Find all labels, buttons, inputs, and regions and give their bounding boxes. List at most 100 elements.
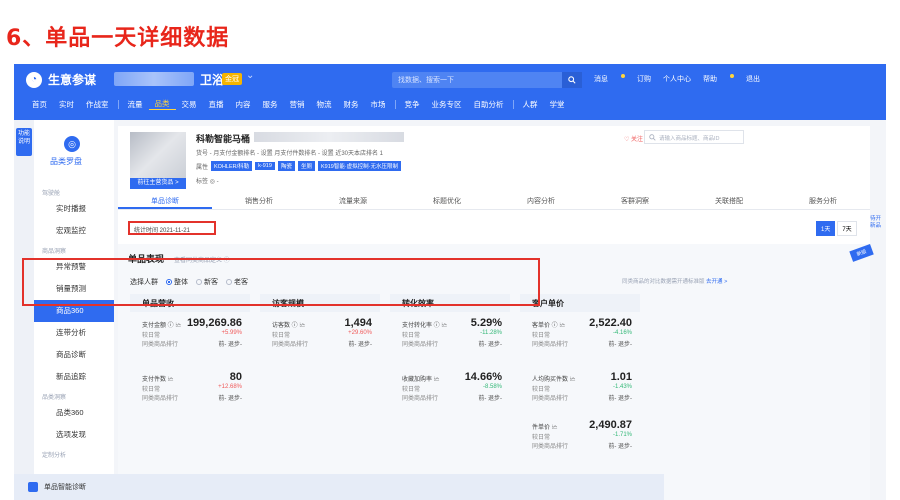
tab-item[interactable]: 单品诊断	[118, 196, 212, 209]
metric-rank-label: 同类商品排行	[142, 342, 179, 348]
tab-item[interactable]: 关联搭配	[682, 196, 776, 209]
attribute-chip: 坐厕	[297, 161, 315, 171]
top-link[interactable]: 消息	[594, 74, 608, 84]
nav-item[interactable]: 财务	[338, 99, 365, 110]
right-edge-link[interactable]: 待开新品	[870, 216, 886, 230]
app-logo[interactable]: ◔ 生意参谋	[26, 71, 96, 88]
app-name: 生意参谋	[48, 73, 97, 87]
sidebar-item[interactable]: 选项发现	[34, 424, 114, 446]
top-link[interactable]: 退出	[746, 74, 760, 84]
metric-card[interactable]: 支付件数 🗠 80 较日常 +12.68% 同类商品排行 前- 退步-	[142, 371, 242, 414]
store-name[interactable]: 卫浴	[200, 71, 224, 88]
top-link[interactable]: 帮助	[703, 74, 717, 84]
metric-card[interactable]: 访客数 ⓘ 🗠 1,494 较日常 +29.60% 同类商品排行 前- 退步-	[272, 317, 372, 360]
attribute-chip: KOHLER/科勒	[211, 161, 253, 171]
sidebar: ◎ 品类罗盘 驾驶舱 实时播报 宏观监控 商品洞察 异常预警 销量预测 商品360 连带分析商…	[34, 120, 114, 500]
nav-item[interactable]: 人群	[517, 99, 544, 110]
product-title: 科勒智能马桶	[196, 134, 251, 144]
attr-label: 属性	[196, 164, 209, 171]
top-link[interactable]: 订购	[637, 74, 651, 84]
function-help-button[interactable]: 功能说明	[16, 128, 32, 156]
product-attributes: 属性 KOHLER/科勒 k-919 陶瓷 坐厕 K919智能·虚拟控制·无水压限制	[196, 161, 401, 171]
top-link[interactable]: 个人中心	[663, 74, 691, 84]
tab-item[interactable]: 标题优化	[400, 196, 494, 209]
metric-card[interactable]: 人均购买件数 🗠 1.01 较日常 -1.43% 同类商品排行 前- 退步-	[532, 371, 632, 414]
metric-change: -1.71%	[612, 432, 632, 438]
product-search-input[interactable]: 请输入商品标题、商品ID	[644, 130, 744, 144]
metric-card[interactable]: 收藏加购率 🗠 14.66% 较日常 -8.58% 同类商品排行 前- 退步-	[402, 371, 502, 414]
page-heading: 6、单品一天详细数据	[6, 26, 230, 51]
upgrade-hint: 同类商品的对比数据需开通标准版 去开通 >	[622, 277, 727, 285]
sidebar-group-label: 驾驶舱	[42, 191, 61, 197]
search-icon	[568, 76, 576, 84]
metric-compare-label: 较日常	[532, 333, 551, 339]
metric-rank-label: 同类商品排行	[532, 396, 569, 402]
metric-rank: 前- 退步-	[348, 342, 372, 348]
metric-compare-label: 较日常	[402, 333, 421, 339]
sidebar-title: 品类罗盘	[50, 157, 82, 166]
tab-item[interactable]: 销售分析	[212, 196, 306, 209]
blurred-store-prefix	[114, 72, 194, 86]
metric-compare-label: 较日常	[142, 387, 161, 393]
nav-item[interactable]: 自助分析	[468, 99, 510, 110]
sidebar-item[interactable]: 实时播报	[34, 198, 114, 220]
chevron-down-icon[interactable]: ⌄	[246, 70, 254, 81]
metric-card[interactable]: 客单价 ⓘ 🗠 2,522.40 较日常 -4.16% 同类商品排行 前- 退步-	[532, 317, 632, 360]
nav-item[interactable]: 市场	[365, 99, 392, 110]
nav-item[interactable]: 流量	[122, 99, 149, 110]
nav-item[interactable]: 交易	[176, 99, 203, 110]
nav-item[interactable]: 直播	[203, 99, 230, 110]
range-option[interactable]: 1天	[816, 221, 836, 236]
nav-item[interactable]: 服务	[257, 99, 284, 110]
smart-diagnosis-card[interactable]: 单品智能诊断	[14, 474, 664, 500]
nav-item[interactable]: 学堂	[544, 99, 571, 110]
attribute-chip: 陶瓷	[277, 161, 295, 171]
attribute-chip: K919智能·虚拟控制·无水压限制	[317, 161, 401, 171]
nav-item[interactable]: 实时	[53, 99, 80, 110]
sidebar-group-label: 定制分析	[42, 453, 67, 459]
top-bar: ◔ 生意参谋 卫浴 金冠 ⌄ 找数据、搜索一下 消息 订购 个人中心 帮助 退出 首页实…	[14, 64, 886, 120]
tab-item[interactable]: 内容分析	[494, 196, 588, 209]
go-main-goods-button[interactable]: 前往主营货品 >	[130, 178, 186, 189]
sidebar-item[interactable]: 品类360	[34, 402, 114, 424]
sidebar-item[interactable]: 宏观监控	[34, 220, 114, 242]
attribute-chip: k-919	[255, 162, 275, 170]
metric-rank-label: 同类商品排行	[532, 342, 569, 348]
metric-rank: 前- 退步-	[218, 396, 242, 402]
nav-item[interactable]: 竞争	[399, 99, 426, 110]
range-option[interactable]: 7天	[837, 221, 857, 236]
sidebar-item[interactable]: 连带分析	[34, 322, 114, 344]
tab-item[interactable]: 客群洞察	[588, 196, 682, 209]
screenshot-frame: ◔ 生意参谋 卫浴 金冠 ⌄ 找数据、搜索一下 消息 订购 个人中心 帮助 退出 首页实…	[14, 64, 886, 500]
global-search-input[interactable]: 找数据、搜索一下	[392, 72, 582, 88]
metric-card[interactable]: 件单价 🗠 2,490.87 较日常 -1.71% 同类商品排行 前- 退步-	[532, 419, 632, 462]
category-compass-icon: ◎	[64, 136, 80, 152]
metric-value: 5.29%	[470, 317, 502, 329]
metric-value: 2,490.87	[589, 419, 632, 431]
metric-rank-label: 同类商品排行	[142, 396, 179, 402]
nav-item[interactable]: 业务专区	[426, 99, 468, 110]
sidebar-item[interactable]: 商品诊断	[34, 344, 114, 366]
metric-compare-label: 较日常	[272, 333, 291, 339]
tab-item[interactable]: 流量来源	[306, 196, 400, 209]
nav-divider	[394, 99, 396, 109]
metric-rank-label: 同类商品排行	[272, 342, 309, 348]
sidebar-list: 驾驶舱 实时播报 宏观监控 商品洞察 异常预警 销量预测 商品360 连带分析 商品诊断 新品追踪…	[34, 184, 114, 460]
nav-item[interactable]: 品类	[148, 98, 176, 110]
follow-button[interactable]: ♡ 关注	[624, 134, 643, 143]
metric-rank-label: 同类商品排行	[402, 396, 439, 402]
nav-item[interactable]: 首页	[26, 99, 53, 110]
nav-item[interactable]: 营销	[284, 99, 311, 110]
metric-card[interactable]: 支付金额 ⓘ 🗠 199,269.86 较日常 +5.99% 同类商品排行 前- 退步-	[142, 317, 242, 360]
nav-item[interactable]: 物流	[311, 99, 338, 110]
search-button[interactable]	[562, 72, 582, 88]
nav-item[interactable]: 内容	[230, 99, 257, 110]
nav-item[interactable]: 作战室	[80, 99, 115, 110]
upgrade-link[interactable]: 去开通 >	[706, 279, 727, 285]
sidebar-item[interactable]: 新品追踪	[34, 366, 114, 388]
product-tags: 标签 ◎ -	[196, 179, 219, 185]
search-icon	[649, 134, 656, 141]
metric-card[interactable]: 支付转化率 ⓘ 🗠 5.29% 较日常 -11.28% 同类商品排行 前- 退步-	[402, 317, 502, 360]
metric-rank: 前- 退步-	[218, 342, 242, 348]
tab-item[interactable]: 服务分析	[776, 196, 870, 209]
